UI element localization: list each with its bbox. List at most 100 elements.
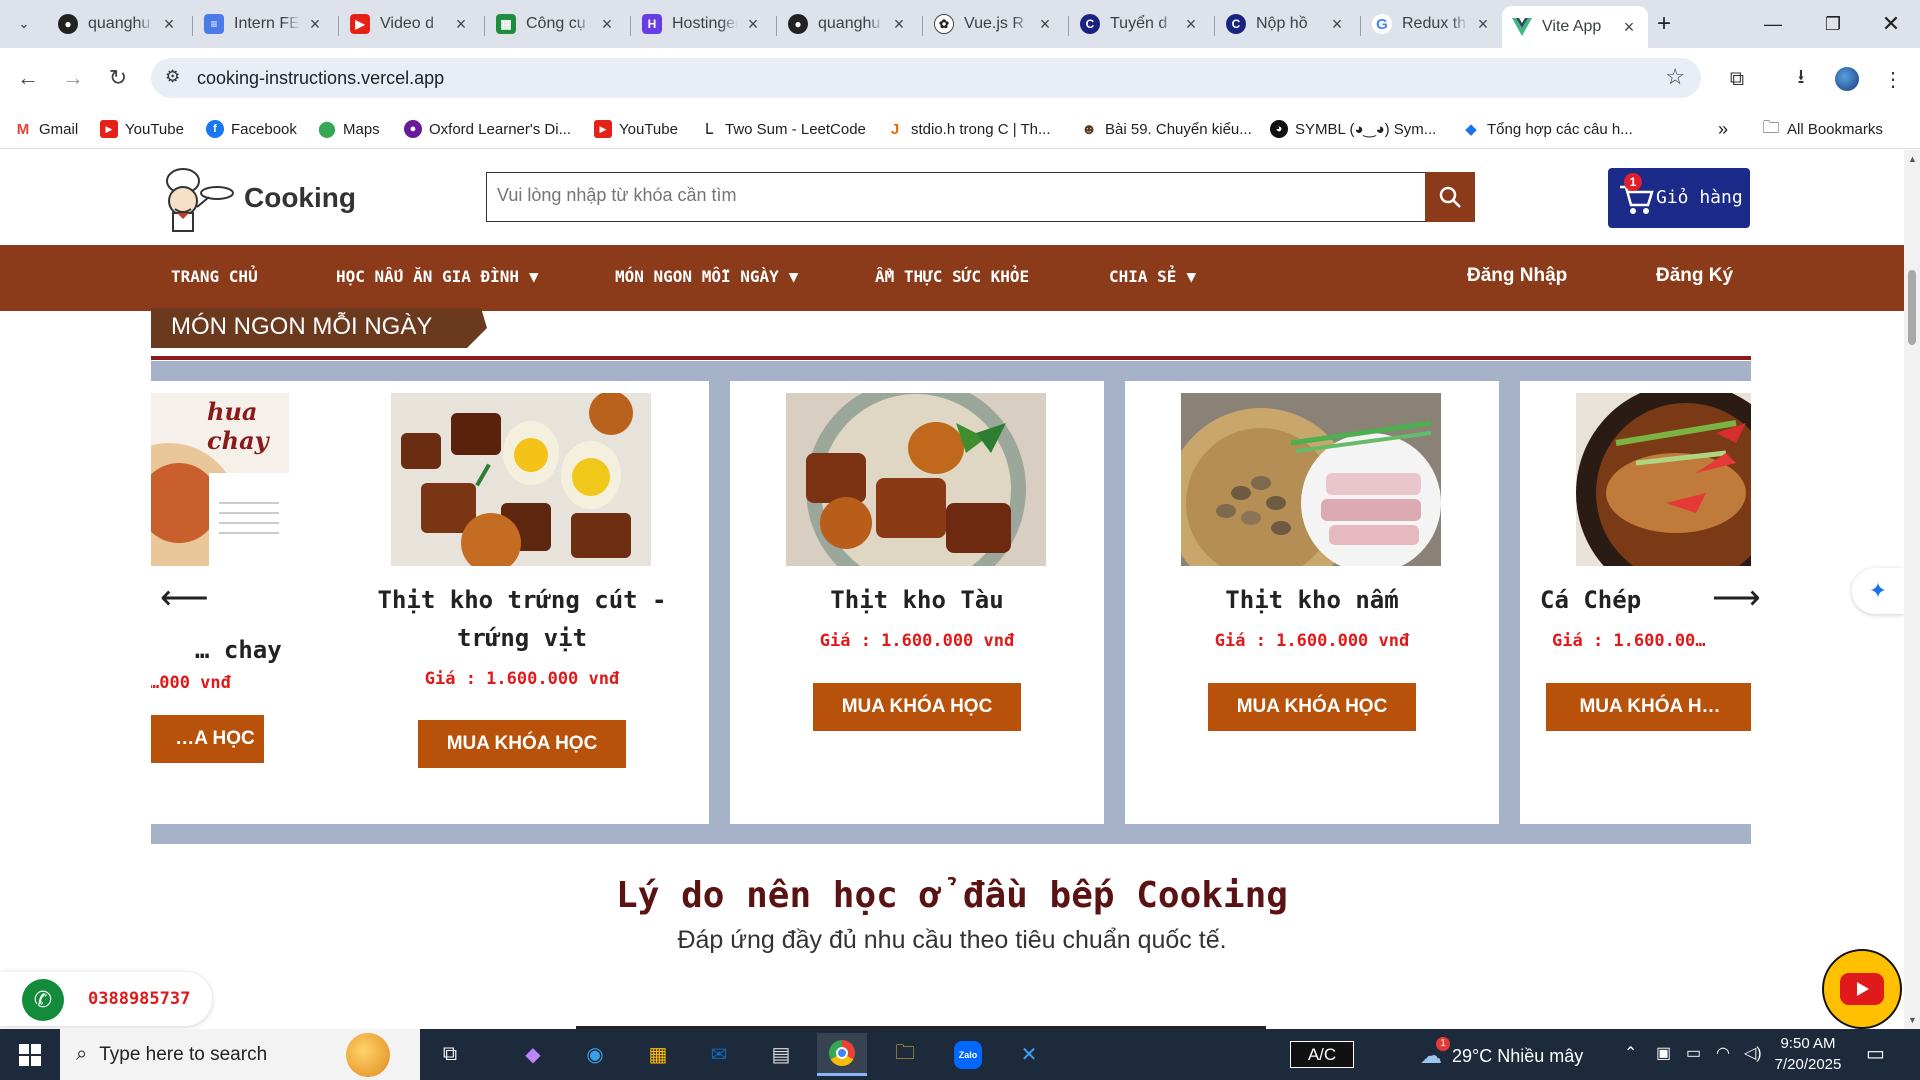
bookmark-maps[interactable]: ⬤ Maps <box>318 117 380 141</box>
forward-button[interactable]: → <box>55 60 91 96</box>
brand-name[interactable]: Cooking <box>244 182 356 214</box>
vscode-icon[interactable]: ✕ <box>1004 1033 1054 1076</box>
zalo-icon[interactable]: Zalo <box>943 1033 993 1076</box>
diamond-icon: ◆ <box>1465 121 1477 138</box>
minimize-button[interactable]: — <box>1744 0 1802 48</box>
url-text[interactable]: cooking-instructions.vercel.app <box>197 68 444 89</box>
hotline-widget[interactable]: ✆ 0388985737 <box>0 972 212 1026</box>
bookmark-tong-hop[interactable]: ◆ Tổng hợp các câu h... <box>1462 117 1633 141</box>
store-icon[interactable]: ▦ <box>633 1033 683 1076</box>
close-icon[interactable]: × <box>1328 14 1346 35</box>
bookmark-stdio[interactable]: J stdio.h trong C | Th... <box>886 117 1051 141</box>
all-bookmarks[interactable]: 🗀 All Bookmarks <box>1762 117 1883 141</box>
register-link[interactable]: Đăng Ký <box>1656 265 1733 287</box>
system-clock[interactable]: 9:50 AM 7/20/2025 <box>1768 1033 1848 1075</box>
menu-kebab-icon[interactable]: ⋮ <box>1878 64 1908 94</box>
bookmarks-overflow-icon[interactable]: » <box>1718 117 1728 141</box>
bookmark-youtube-2[interactable]: ▶ YouTube <box>594 117 678 141</box>
buy-course-button[interactable]: MUA KHÓA HỌC <box>1208 683 1416 731</box>
tab-openai[interactable]: ✿ Vue.js R × <box>924 6 1064 42</box>
close-icon[interactable]: × <box>1036 14 1054 35</box>
recipe-name[interactable]: Thịt kho Tàu <box>730 581 1104 619</box>
bookmark-leetcode[interactable]: ᒪ Two Sum - LeetCode <box>700 117 866 141</box>
meet-now-icon[interactable]: ▣ <box>1656 1043 1671 1063</box>
extensions-icon[interactable]: ⧉ <box>1722 64 1752 94</box>
download-icon[interactable]: ⭳ <box>1786 64 1816 94</box>
back-button[interactable]: ← <box>10 60 46 96</box>
bookmark-facebook[interactable]: f Facebook <box>206 117 297 141</box>
github-icon: ● <box>58 14 78 34</box>
close-icon[interactable]: × <box>744 14 762 35</box>
close-icon[interactable]: × <box>1474 14 1492 35</box>
close-icon[interactable]: × <box>160 14 178 35</box>
bookmark-symbl[interactable]: ◕ SYMBL (◕‿◕) Sym... <box>1270 117 1436 141</box>
app-icon[interactable]: ▤ <box>756 1033 806 1076</box>
recipe-name[interactable]: Thịt kho nấm <box>1125 581 1499 619</box>
close-icon[interactable]: × <box>306 14 324 35</box>
weather-widget[interactable]: ☁ 1 29°C Nhiều mây <box>1420 1037 1583 1069</box>
profile-avatar[interactable] <box>1832 64 1862 94</box>
login-link[interactable]: Đăng Nhập <box>1467 265 1567 287</box>
chef-logo[interactable] <box>155 163 235 233</box>
chrome-icon[interactable] <box>817 1033 867 1076</box>
tab-vite-app-active[interactable]: Vite App × <box>1502 6 1648 48</box>
page-scrollbar[interactable]: ▲ ▼ <box>1904 150 1920 1029</box>
search-button[interactable] <box>1425 172 1475 222</box>
tab-search-dropdown-icon[interactable]: ⌄ <box>0 0 48 48</box>
nav-mon-ngon[interactable]: MÓN NGON MỖI NGÀY ▼ <box>615 267 798 286</box>
close-window-button[interactable]: ✕ <box>1862 0 1920 48</box>
tab-github-1[interactable]: ● quanghu × <box>48 6 188 42</box>
taskbar-search[interactable]: ⌕ Type here to search <box>60 1029 420 1080</box>
reload-button[interactable]: ↻ <box>100 60 136 96</box>
bookmark-youtube-1[interactable]: ▶ YouTube <box>100 117 184 141</box>
recipe-name[interactable]: Thịt kho trứng cút - trứng vịt <box>335 581 709 657</box>
site-search-input[interactable] <box>497 185 1397 206</box>
ai-sparkle-icon[interactable]: ✦ <box>1852 568 1904 614</box>
new-tab-button[interactable]: + <box>1635 0 1693 48</box>
bookmark-gmail[interactable]: M Gmail <box>14 117 78 141</box>
close-icon[interactable]: × <box>1182 14 1200 35</box>
file-explorer-icon[interactable]: 🗀 <box>880 1033 930 1076</box>
cart-button[interactable]: 1 Giỏ hàng <box>1608 168 1750 228</box>
volume-icon[interactable]: ◁) <box>1744 1043 1762 1063</box>
address-bar[interactable]: ⚙ cooking-instructions.vercel.app ☆ <box>151 58 1701 98</box>
youtube-float-button[interactable] <box>1822 949 1902 1029</box>
wifi-icon[interactable]: ◠ <box>1716 1043 1730 1063</box>
restore-button[interactable]: ❐ <box>1804 0 1862 48</box>
scrollbar-thumb[interactable] <box>1908 270 1916 345</box>
tab-tuyen-dung[interactable]: C Tuyển d × <box>1070 6 1210 42</box>
bookmark-bai-59[interactable]: ☻ Bài 59. Chuyển kiểu... <box>1080 117 1252 141</box>
tab-hostinger[interactable]: H Hostinger × <box>632 6 772 42</box>
tab-youtube[interactable]: ▶ Video d × <box>340 6 480 42</box>
edge-icon[interactable]: ◉ <box>570 1033 620 1076</box>
tab-sheets[interactable]: ▦ Công cụ × <box>486 6 626 42</box>
close-icon[interactable]: × <box>890 14 908 35</box>
tab-github-2[interactable]: ● quanghu × <box>778 6 918 42</box>
tab-redux[interactable]: G Redux th × <box>1362 6 1502 42</box>
carousel-prev-arrow-icon[interactable]: ⟵ <box>160 578 209 618</box>
notification-icon[interactable]: ▭ <box>1866 1041 1885 1066</box>
nav-hoc-nau-an[interactable]: HỌC NẤU ĂN GIA ĐÌNH ▼ <box>336 267 539 286</box>
bookmark-star-icon[interactable]: ☆ <box>1665 64 1685 90</box>
copilot-icon[interactable]: ◆ <box>508 1033 558 1076</box>
tab-docs[interactable]: ≡ Intern FE × <box>194 6 334 42</box>
outlook-icon[interactable]: ✉ <box>694 1033 744 1076</box>
start-button[interactable] <box>0 1029 60 1080</box>
ac-indicator[interactable]: A/C <box>1290 1041 1354 1068</box>
close-icon[interactable]: × <box>598 14 616 35</box>
nav-trang-chu[interactable]: TRANG CHỦ <box>171 267 258 286</box>
bookmark-oxford[interactable]: ● Oxford Learner's Di... <box>404 117 571 141</box>
close-icon[interactable]: × <box>452 14 470 35</box>
carousel-next-arrow-icon[interactable]: ⟶ <box>1712 578 1761 618</box>
tray-overflow-icon[interactable]: ⌃ <box>1624 1043 1637 1063</box>
buy-course-button[interactable]: MUA KHÓA HỌC <box>813 683 1021 731</box>
nav-chia-se[interactable]: CHIA SẺ ▼ <box>1109 267 1196 286</box>
buy-course-button[interactable]: MUA KHÓA H… <box>1546 683 1751 731</box>
buy-course-button[interactable]: MUA KHÓA HỌC <box>418 720 626 768</box>
site-info-icon[interactable]: ⚙ <box>165 67 180 87</box>
tab-nop-ho-so[interactable]: C Nộp hồ × <box>1216 6 1356 42</box>
task-view-icon[interactable]: ⧉ <box>425 1033 475 1076</box>
buy-course-button[interactable]: …A HỌC <box>151 715 264 763</box>
battery-icon[interactable]: ▭ <box>1686 1043 1701 1063</box>
nav-am-thuc[interactable]: ẨM THỰC SỨC KHỎE <box>875 267 1029 286</box>
